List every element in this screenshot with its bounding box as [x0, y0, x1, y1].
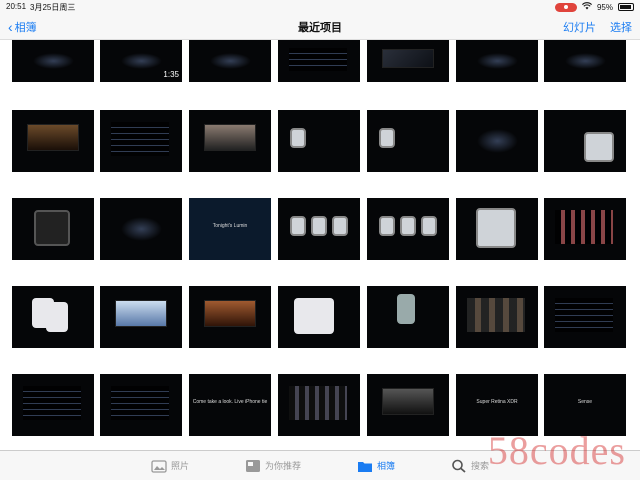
tab-for-you[interactable]: 为你推荐: [245, 459, 301, 473]
status-bar: 20:51 3月25日周三 95%: [0, 0, 640, 14]
photo-thumbnail[interactable]: [12, 198, 94, 260]
slide-caption: Sense: [577, 398, 593, 405]
video-duration: 1:35: [163, 70, 179, 79]
tab-label: 为你推荐: [264, 461, 301, 471]
tab-label: 照片: [170, 461, 189, 471]
photo-thumbnail[interactable]: [544, 40, 626, 82]
photo-thumbnail[interactable]: [12, 110, 94, 172]
photo-thumbnail[interactable]: [12, 374, 94, 436]
tab-photos[interactable]: 照片: [151, 459, 189, 473]
photo-thumbnail[interactable]: [278, 40, 360, 82]
photo-thumbnail[interactable]: [100, 198, 182, 260]
photo-thumbnail[interactable]: [456, 40, 538, 82]
back-label: 相簿: [14, 21, 37, 34]
tab-bar: 照片 为你推荐 相簿 搜索: [0, 450, 640, 480]
tab-label: 相簿: [377, 461, 396, 471]
photo-thumbnail[interactable]: [367, 374, 449, 436]
photo-thumbnail[interactable]: [544, 286, 626, 348]
photo-grid: 1:35 Tonight's Lumin Come take a look. L…: [0, 40, 640, 450]
photo-thumbnail[interactable]: [456, 110, 538, 172]
photo-thumbnail[interactable]: [367, 198, 449, 260]
albums-icon: [358, 461, 372, 472]
photo-thumbnail[interactable]: [100, 286, 182, 348]
photo-thumbnail[interactable]: [12, 40, 94, 82]
photo-thumbnail[interactable]: [544, 110, 626, 172]
photo-thumbnail[interactable]: Tonight's Lumin: [189, 198, 271, 260]
photo-thumbnail[interactable]: [278, 374, 360, 436]
back-to-albums-button[interactable]: ‹ 相簿: [8, 19, 37, 35]
photos-icon: [151, 459, 167, 473]
photo-thumbnail[interactable]: Come take a look. Live iPhone tie: [189, 374, 271, 436]
battery-percent: 95%: [596, 2, 613, 12]
photo-thumbnail[interactable]: [367, 40, 449, 82]
tab-albums[interactable]: 相簿: [357, 459, 395, 473]
photo-thumbnail[interactable]: [278, 198, 360, 260]
slide-caption: Tonight's Lumin: [212, 222, 248, 229]
video-thumbnail[interactable]: 1:35: [100, 40, 182, 82]
photo-thumbnail[interactable]: [278, 286, 360, 348]
screen-recording-icon[interactable]: [554, 2, 577, 12]
page-title: 最近项目: [298, 21, 342, 34]
photo-thumbnail[interactable]: [456, 198, 538, 260]
chevron-left-icon: ‹: [8, 18, 13, 35]
battery-icon: [618, 3, 634, 11]
photo-thumbnail[interactable]: [100, 374, 182, 436]
photo-thumbnail[interactable]: [456, 286, 538, 348]
photo-thumbnail[interactable]: [367, 286, 449, 348]
photo-thumbnail[interactable]: [100, 110, 182, 172]
slide-caption: Super Retina XDR: [476, 398, 518, 405]
search-icon: [452, 459, 466, 473]
navigation-bar: ‹ 相簿 最近项目 幻灯片 选择: [0, 14, 640, 40]
slide-caption: Come take a look. Live iPhone tie: [192, 398, 268, 405]
photo-thumbnail[interactable]: [367, 110, 449, 172]
photo-thumbnail[interactable]: Sense: [544, 374, 626, 436]
photo-thumbnail[interactable]: [189, 40, 271, 82]
photo-thumbnail[interactable]: [189, 286, 271, 348]
photo-thumbnail[interactable]: [278, 110, 360, 172]
photo-thumbnail[interactable]: Super Retina XDR: [456, 374, 538, 436]
slideshow-button[interactable]: 幻灯片: [563, 19, 596, 35]
status-time: 20:51: [6, 1, 27, 11]
tab-label: 搜索: [471, 461, 490, 471]
photo-thumbnail[interactable]: [12, 286, 94, 348]
select-button[interactable]: 选择: [610, 19, 632, 35]
tab-search[interactable]: 搜索: [451, 459, 489, 473]
wifi-icon: [582, 2, 592, 12]
photo-thumbnail[interactable]: [189, 110, 271, 172]
for-you-icon: [245, 459, 260, 472]
photo-thumbnail[interactable]: [544, 198, 626, 260]
status-date: 3月25日周三: [30, 2, 76, 12]
